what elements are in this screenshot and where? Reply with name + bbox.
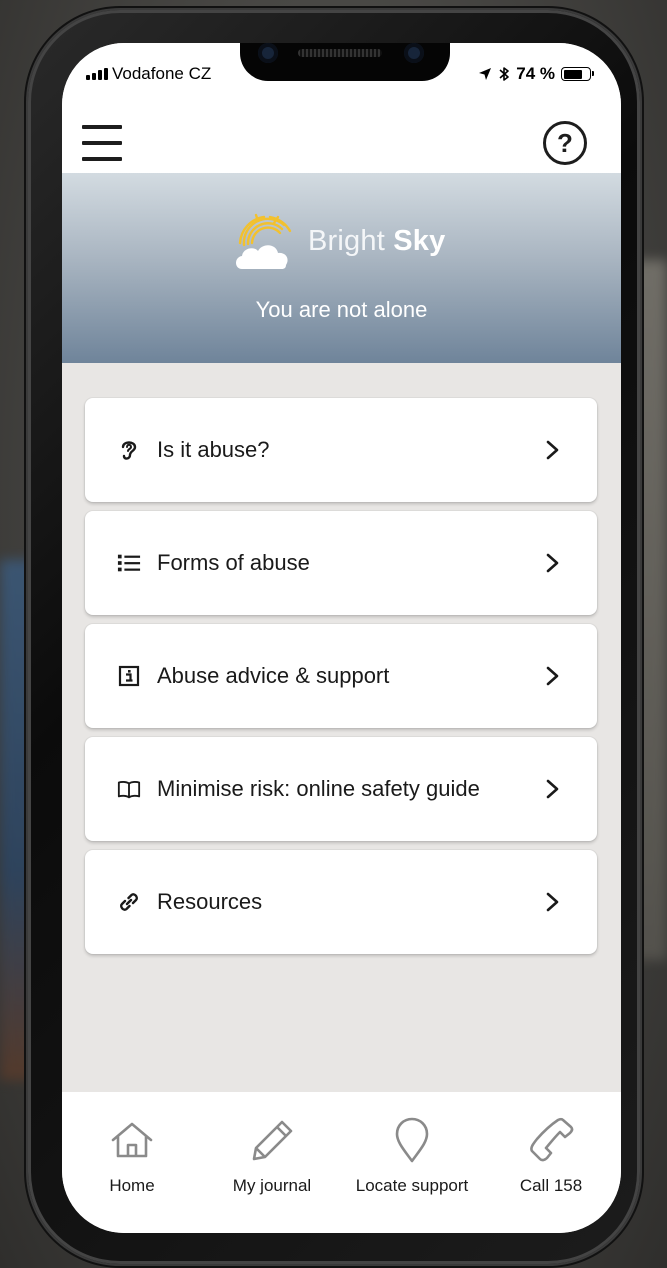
phone-screen: Vodafone CZ 74 % ? Bright Sky You are no…	[62, 43, 621, 1233]
battery-fill	[563, 69, 582, 79]
tab-home[interactable]: Home	[62, 1092, 202, 1233]
menu-item-label: Abuse advice & support	[157, 663, 390, 688]
carrier-name: Vodafone CZ	[112, 64, 212, 83]
pencil-icon	[248, 1116, 296, 1164]
map-pin-icon	[388, 1116, 436, 1164]
menu-item-online-safety-guide[interactable]: Minimise risk: online safety guide	[85, 737, 597, 841]
menu-item-label: Is it abuse?	[157, 437, 270, 462]
menu-item-is-it-abuse[interactable]: Is it abuse?	[85, 398, 597, 502]
brand-name-light: Bright	[308, 224, 385, 257]
hamburger-menu-icon[interactable]	[82, 125, 122, 161]
menu-item-label: Resources	[157, 889, 263, 914]
location-arrow-icon	[479, 68, 492, 80]
status-right: 74 %	[478, 64, 594, 84]
bluetooth-icon	[499, 67, 510, 81]
menu-item-label: Forms of abuse	[157, 550, 310, 575]
chevron-right-icon	[546, 892, 559, 912]
question-circle-icon[interactable]: ?	[543, 121, 587, 165]
bottom-tab-bar: Home My journal Locate support Call 158	[62, 1092, 621, 1233]
book-icon	[117, 777, 141, 801]
menu-list: Is it abuse? Forms of abuse Abuse advice…	[85, 398, 597, 963]
help-glyph: ?	[557, 127, 573, 158]
tab-label: Home	[109, 1176, 155, 1195]
chevron-right-icon	[546, 779, 559, 799]
brand-logo: Bright Sky	[234, 211, 445, 271]
menu-item-forms-of-abuse[interactable]: Forms of abuse	[85, 511, 597, 615]
battery-icon	[561, 67, 594, 81]
tab-label: My journal	[232, 1176, 312, 1195]
menu-item-resources[interactable]: Resources	[85, 850, 597, 954]
tab-label: Call 158	[519, 1176, 583, 1195]
link-icon	[117, 890, 141, 914]
app-header: ?	[62, 103, 621, 173]
sensor-icon	[404, 43, 424, 63]
brand-name: Bright Sky	[308, 225, 445, 258]
info-box-icon	[117, 664, 141, 688]
chevron-right-icon	[546, 440, 559, 460]
hero-banner: Bright Sky You are not alone	[62, 173, 621, 363]
tab-my-journal[interactable]: My journal	[202, 1092, 342, 1233]
chevron-right-icon	[546, 553, 559, 573]
list-icon	[117, 551, 141, 575]
signal-icon	[86, 68, 108, 80]
brand-name-bold: Sky	[393, 224, 446, 257]
home-icon	[108, 1116, 156, 1164]
phone-icon	[527, 1116, 575, 1164]
status-left: Vodafone CZ	[86, 64, 211, 84]
hero-tagline: You are not alone	[255, 297, 428, 322]
menu-item-label: Minimise risk: online safety guide	[157, 776, 480, 801]
tab-label: Locate support	[355, 1176, 469, 1195]
menu-item-abuse-advice-support[interactable]: Abuse advice & support	[85, 624, 597, 728]
speaker-grille	[298, 49, 382, 57]
chevron-right-icon	[546, 666, 559, 686]
phone-notch	[240, 43, 450, 81]
tab-call[interactable]: Call 158	[481, 1092, 621, 1233]
sun-cloud-logo	[234, 211, 298, 271]
ear-icon	[117, 438, 141, 462]
camera-icon	[258, 43, 278, 63]
battery-percent: 74 %	[516, 64, 555, 83]
tab-locate-support[interactable]: Locate support	[342, 1092, 482, 1233]
